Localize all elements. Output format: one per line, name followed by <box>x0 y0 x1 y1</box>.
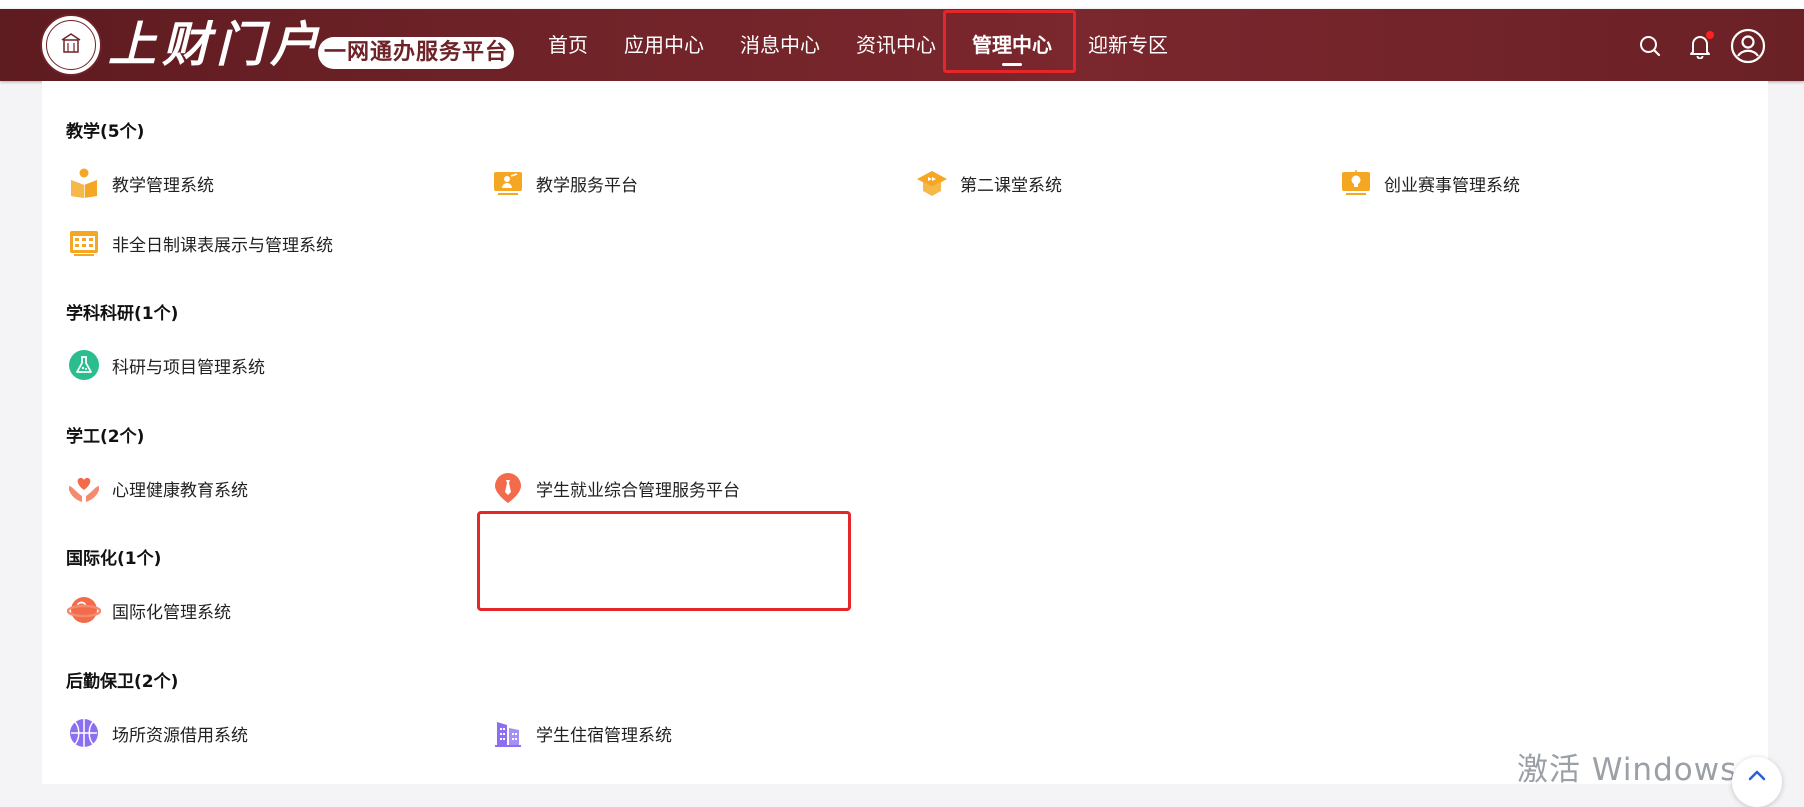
app-second-classroom[interactable]: 第二课堂系统 <box>914 165 1062 201</box>
app-highlight-box <box>477 511 851 611</box>
app-venue-resource-booking[interactable]: 场所资源借用系统 <box>66 715 248 751</box>
section-title-teaching: 教学(5个) <box>66 122 145 142</box>
search-icon[interactable] <box>1635 31 1665 61</box>
top-navigation-bar: 上财门户 一网通办服务平台 首页 应用中心 消息中心 资讯中心 管理中心 迎新专… <box>0 9 1804 81</box>
app-label: 学生就业综合管理服务平台 <box>536 480 740 501</box>
app-label: 创业赛事管理系统 <box>1384 175 1520 196</box>
section-title-internationalization: 国际化(1个) <box>66 549 162 569</box>
teacher-board-icon <box>490 165 526 201</box>
user-icon[interactable] <box>1729 27 1767 65</box>
nav-news-center[interactable]: 资讯中心 <box>838 9 954 81</box>
section-title-student-affairs: 学工(2个) <box>66 427 145 447</box>
app-student-dormitory-management[interactable]: 学生住宿管理系统 <box>490 715 672 751</box>
nav-message-center[interactable]: 消息中心 <box>722 9 838 81</box>
app-part-time-timetable[interactable]: 非全日制课表展示与管理系统 <box>66 225 333 261</box>
window-top-strip <box>0 0 1804 9</box>
scroll-to-top-button[interactable] <box>1732 757 1782 807</box>
calendar-grid-icon <box>66 225 102 261</box>
basketball-icon <box>66 715 102 751</box>
app-student-employment-platform[interactable]: 学生就业综合管理服务平台 <box>490 470 740 506</box>
app-label: 第二课堂系统 <box>960 175 1062 196</box>
section-title-research: 学科科研(1个) <box>66 304 179 324</box>
section-title-logistics-security: 后勤保卫(2个) <box>66 672 179 692</box>
main-nav: 首页 应用中心 消息中心 资讯中心 管理中心 迎新专区 <box>530 9 1186 81</box>
portal-brand-name: 上财门户 <box>108 17 325 73</box>
dormitory-building-icon <box>490 715 526 751</box>
flask-icon <box>66 347 102 383</box>
book-reader-icon <box>66 165 102 201</box>
app-internationalization-management[interactable]: 国际化管理系统 <box>66 592 231 628</box>
app-label: 教学管理系统 <box>112 175 214 196</box>
app-teaching-service-platform[interactable]: 教学服务平台 <box>490 165 638 201</box>
graduation-cap-icon <box>914 165 950 201</box>
app-label: 科研与项目管理系统 <box>112 357 265 378</box>
portal-slogan-badge: 一网通办服务平台 <box>318 37 515 69</box>
nav-freshman-zone[interactable]: 迎新专区 <box>1070 9 1186 81</box>
app-mental-health-education[interactable]: 心理健康教育系统 <box>66 470 248 506</box>
app-label: 心理健康教育系统 <box>112 480 248 501</box>
app-label: 教学服务平台 <box>536 175 638 196</box>
globe-icon <box>66 592 102 628</box>
app-label: 场所资源借用系统 <box>112 725 248 746</box>
app-teaching-management[interactable]: 教学管理系统 <box>66 165 214 201</box>
app-label: 国际化管理系统 <box>112 602 231 623</box>
app-label: 非全日制课表展示与管理系统 <box>112 235 333 256</box>
nav-app-center[interactable]: 应用中心 <box>606 9 722 81</box>
app-label: 学生住宿管理系统 <box>536 725 672 746</box>
chevron-up-icon <box>1748 770 1766 781</box>
bell-icon[interactable] <box>1685 31 1715 61</box>
app-research-project-management[interactable]: 科研与项目管理系统 <box>66 347 265 383</box>
lightbulb-monitor-icon <box>1338 165 1374 201</box>
app-entrepreneurship-competition[interactable]: 创业赛事管理系统 <box>1338 165 1520 201</box>
nav-management-center[interactable]: 管理中心 <box>954 9 1070 81</box>
necktie-icon <box>490 470 526 506</box>
management-center-content: 教学(5个) 教学管理系统 教学服务平台 第二课堂系统 创业赛事管理系统 非全日… <box>42 81 1768 784</box>
university-seal-logo[interactable] <box>40 14 102 76</box>
notification-dot <box>1706 31 1714 39</box>
windows-activation-watermark: 激活 Windows <box>1517 752 1738 788</box>
heart-hands-icon <box>66 470 102 506</box>
nav-home[interactable]: 首页 <box>530 9 606 81</box>
